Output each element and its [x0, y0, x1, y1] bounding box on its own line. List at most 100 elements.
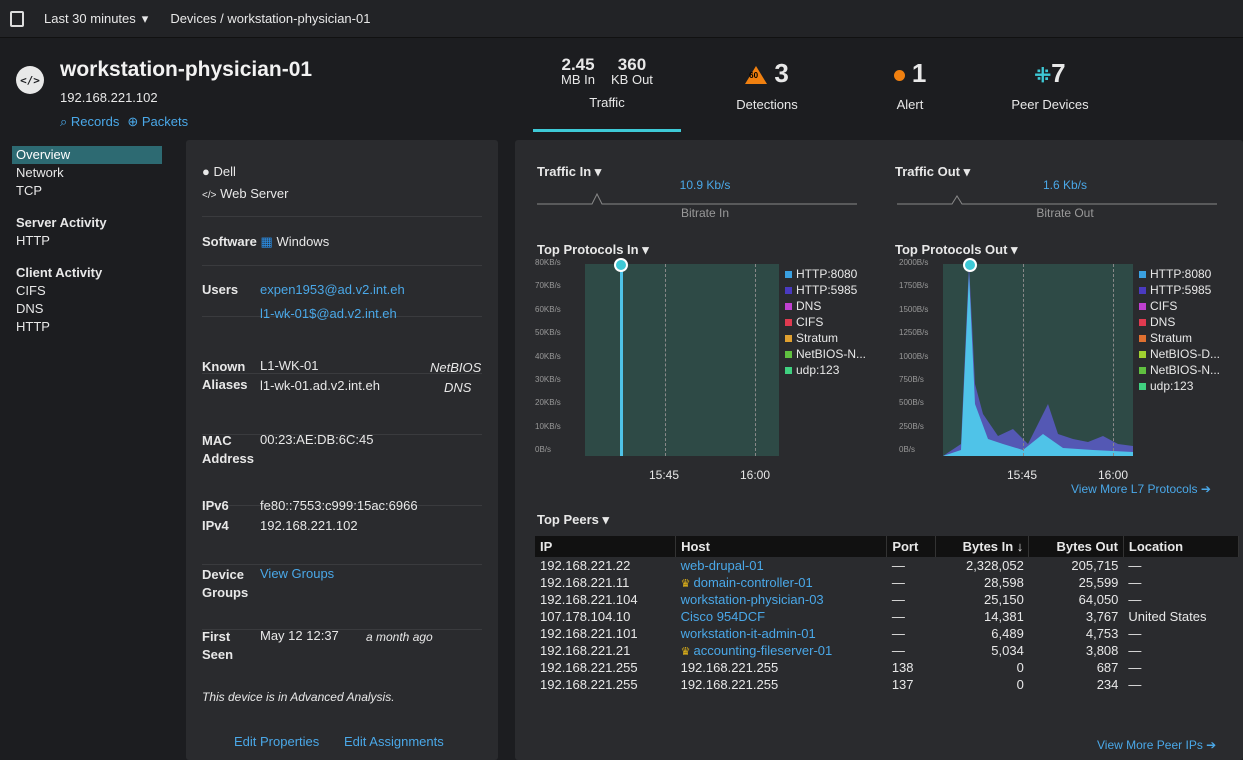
detection-warning-icon: 60 — [745, 66, 768, 85]
view-groups-link[interactable]: View Groups — [260, 566, 334, 581]
table-row[interactable]: 192.168.221.104 workstation-physician-03 —… — [535, 591, 1239, 608]
table-cell: — — [1128, 660, 1142, 675]
table-cell[interactable]: 192.168.221.255 — [676, 659, 887, 676]
time-range-selector[interactable]: Last 30 minutes ▾ — [44, 11, 148, 27]
legend-item[interactable]: HTTP:8080 — [1139, 266, 1220, 282]
device-icon[interactable] — [10, 10, 24, 27]
protocols-out-chart[interactable] — [943, 258, 1133, 456]
nav-tcp[interactable]: TCP — [0, 182, 170, 200]
legend-swatch — [1139, 335, 1146, 343]
gridline — [1023, 264, 1024, 456]
peer-devices-icon: ⁜ — [1034, 65, 1052, 87]
detections-label: Detections — [736, 97, 798, 112]
table-cell: 64,050 — [1078, 592, 1119, 607]
legend-item[interactable]: CIFS — [1139, 298, 1220, 314]
table-row[interactable]: 192.168.221.255 192.168.221.255 138 0 687 — — [535, 659, 1239, 676]
nav-dns[interactable]: DNS — [0, 300, 170, 318]
table-cell[interactable]: web-drupal-01 — [676, 557, 887, 574]
table-row[interactable]: 192.168.221.101 workstation-it-admin-01 — 6… — [535, 625, 1239, 642]
legend-item[interactable]: udp:123 — [785, 362, 866, 378]
legend-label: CIFS — [796, 315, 824, 329]
edit-assignments-link[interactable]: Edit Assignments — [344, 734, 444, 749]
breadcrumb[interactable]: Devices / workstation-physician-01 — [170, 11, 370, 26]
traffic-in-title[interactable]: Traffic In ▾ — [537, 164, 601, 180]
nav-overview[interactable]: Overview — [12, 146, 162, 164]
column-header[interactable]: Bytes In ↓ — [935, 536, 1030, 557]
column-header[interactable]: IP — [535, 536, 677, 557]
detections-metric[interactable]: 60 3 Detections — [712, 58, 822, 112]
records-link[interactable]: ⌕ Records — [60, 114, 119, 130]
divider — [202, 629, 482, 630]
legend-swatch — [785, 319, 792, 327]
legend-item[interactable]: HTTP:5985 — [1139, 282, 1220, 298]
legend-item[interactable]: HTTP:5985 — [785, 282, 866, 298]
table-row[interactable]: 192.168.221.255 192.168.221.255 137 0 234 — — [535, 676, 1239, 693]
view-more-peers-link[interactable]: View More Peer IPs ➔ — [1097, 738, 1216, 752]
top-peers-title[interactable]: Top Peers ▾ — [537, 512, 609, 528]
user-link-1[interactable]: expen1953@ad.v2.int.eh — [260, 282, 405, 297]
table-cell[interactable]: workstation-physician-03 — [676, 591, 887, 608]
alerts-metric[interactable]: 1 Alert — [880, 58, 940, 112]
legend-item[interactable]: DNS — [785, 298, 866, 314]
nav-cifs[interactable]: CIFS — [0, 282, 170, 300]
column-header[interactable]: Bytes Out — [1028, 536, 1124, 557]
traffic-out-title[interactable]: Traffic Out ▾ — [895, 164, 970, 180]
protocols-in-chart[interactable] — [585, 258, 779, 456]
table-cell[interactable]: Cisco 954DCF — [676, 608, 887, 625]
legend-item[interactable]: NetBIOS-N... — [785, 346, 866, 362]
view-more-l7-link[interactable]: View More L7 Protocols ➔ — [1071, 482, 1211, 496]
column-header[interactable]: Location — [1123, 536, 1240, 557]
nav-network[interactable]: Network — [0, 164, 170, 182]
table-cell: 0 — [1016, 677, 1024, 692]
column-header[interactable]: Host — [675, 536, 888, 557]
legend-swatch — [785, 271, 792, 279]
nav-client-http[interactable]: HTTP — [0, 318, 170, 336]
arrow-right-icon: ➔ — [1200, 482, 1211, 496]
legend-item[interactable]: HTTP:8080 — [785, 266, 866, 282]
legend-item[interactable]: udp:123 — [1139, 378, 1220, 394]
legend-item[interactable]: CIFS — [785, 314, 866, 330]
protocols-out-title[interactable]: Top Protocols Out ▾ — [895, 242, 1018, 258]
y-tick-label: 0B/s — [899, 445, 916, 455]
packets-link[interactable]: ⊕ Packets — [127, 114, 188, 130]
time-range-label[interactable]: Last 30 minutes — [44, 11, 136, 26]
table-cell[interactable]: ♛ accounting-fileserver-01 — [676, 642, 887, 659]
traffic-metric[interactable]: 2.45 MB In 360 KB Out Traffic — [540, 56, 674, 110]
alias-1: L1-WK-01 — [260, 358, 319, 373]
traffic-in-value: 10.9 Kb/s — [679, 178, 731, 192]
legend-item[interactable]: Stratum — [1139, 330, 1220, 346]
caret-down-icon: ▾ — [141, 10, 149, 26]
peers-metric[interactable]: ⁜7 Peer Devices — [1000, 58, 1100, 112]
column-header[interactable]: Port — [886, 536, 936, 557]
nav-server-http[interactable]: HTTP — [0, 232, 170, 250]
table-row[interactable]: 107.178.104.10 Cisco 954DCF — 14,381 3,767 Un… — [535, 608, 1239, 625]
table-cell[interactable]: workstation-it-admin-01 — [676, 625, 887, 642]
protocols-in-title[interactable]: Top Protocols In ▾ — [537, 242, 649, 258]
legend-item[interactable]: DNS — [1139, 314, 1220, 330]
protocols-in-title-label: Top Protocols In — [537, 242, 639, 257]
divider — [202, 564, 482, 565]
table-row[interactable]: 192.168.221.21 ♛ accounting-fileserver-01… — [535, 642, 1239, 659]
table-row[interactable]: 192.168.221.22 web-drupal-01 — 2,328,052 205… — [535, 557, 1239, 574]
legend-item[interactable]: Stratum — [785, 330, 866, 346]
table-cell: — — [891, 592, 905, 607]
view-more-l7-label: View More L7 Protocols — [1071, 482, 1198, 496]
table-cell[interactable]: ♛ domain-controller-01 — [676, 574, 887, 591]
table-cell[interactable]: 192.168.221.255 — [676, 676, 887, 693]
arrow-right-icon: ➔ — [1206, 738, 1217, 752]
user-link-2[interactable]: l1-wk-01$@ad.v2.int.eh — [260, 306, 397, 321]
edit-properties-link[interactable]: Edit Properties — [234, 734, 319, 749]
kb-out-label: KB Out — [611, 72, 653, 87]
y-tick-label: 0B/s — [535, 445, 552, 455]
legend-item[interactable]: NetBIOS-N... — [1139, 362, 1220, 378]
table-cell: 192.168.221.11 — [540, 575, 630, 590]
table-row[interactable]: 192.168.221.11 ♛ domain-controller-01 — 28,… — [535, 574, 1239, 591]
gridline — [665, 264, 666, 456]
legend-item[interactable]: NetBIOS-D... — [1139, 346, 1220, 362]
table-cell: — — [891, 643, 905, 658]
records-link-label: Records — [70, 114, 120, 129]
legend-label: HTTP:8080 — [796, 267, 858, 281]
top-peers-table: IP Host Port Bytes In ↓ Bytes Out Location 19… — [535, 536, 1240, 693]
traffic-in-sparkline — [537, 192, 857, 205]
table-cell: United States — [1128, 609, 1207, 624]
